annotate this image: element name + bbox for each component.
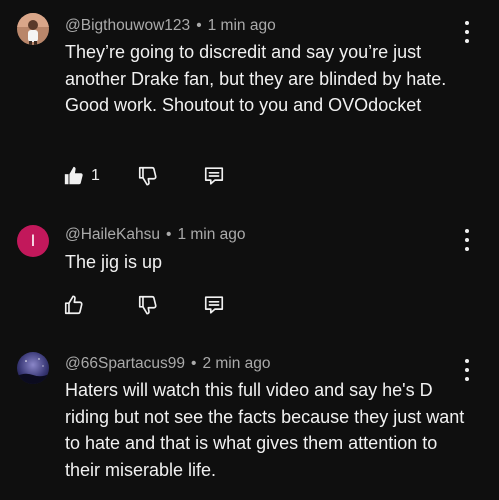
comment-text: They’re going to discredit and say you’r… [65, 42, 447, 115]
night-sky-avatar-icon [17, 352, 49, 384]
thumbs-up-icon [64, 166, 83, 185]
reply-icon [204, 167, 224, 185]
thumbs-down-icon [138, 295, 157, 315]
thumbs-up-icon [64, 295, 83, 315]
comment-time[interactable]: 2 min ago [202, 355, 270, 372]
comment-meta: @Bigthouwow123 • 1 min ago [65, 17, 276, 35]
user-avatar[interactable] [17, 13, 49, 45]
like-count: 1 [91, 167, 100, 184]
photo-avatar-icon [17, 13, 49, 45]
dislike-button[interactable] [137, 292, 159, 318]
thumbs-down-icon [138, 166, 157, 186]
comment-time[interactable]: 1 min ago [177, 226, 245, 243]
separator-dot: • [166, 226, 172, 243]
more-vertical-icon[interactable] [460, 229, 474, 251]
comment-author[interactable]: @HaileKahsu [65, 226, 160, 243]
user-avatar[interactable] [17, 352, 49, 384]
separator-dot: • [191, 355, 197, 372]
avatar-letter: I [30, 231, 36, 250]
comment-author[interactable]: @Bigthouwow123 [65, 17, 190, 34]
separator-dot: • [196, 17, 202, 34]
dislike-button[interactable] [137, 163, 159, 189]
user-avatar[interactable]: I [17, 225, 49, 257]
reply-icon [204, 296, 224, 314]
comment-meta: @HaileKahsu • 1 min ago [65, 226, 246, 244]
reply-button[interactable] [203, 292, 225, 318]
like-button[interactable]: 1 [63, 163, 100, 189]
comment-text: The jig is up [65, 252, 163, 272]
reply-button[interactable] [203, 163, 225, 189]
comment-meta: @66Spartacus99 • 2 min ago [65, 355, 271, 373]
like-button[interactable] [63, 292, 85, 318]
comment-time[interactable]: 1 min ago [208, 17, 276, 34]
comment-author[interactable]: @66Spartacus99 [65, 355, 185, 372]
comment-text: Haters will watch this full video and sa… [65, 380, 465, 480]
